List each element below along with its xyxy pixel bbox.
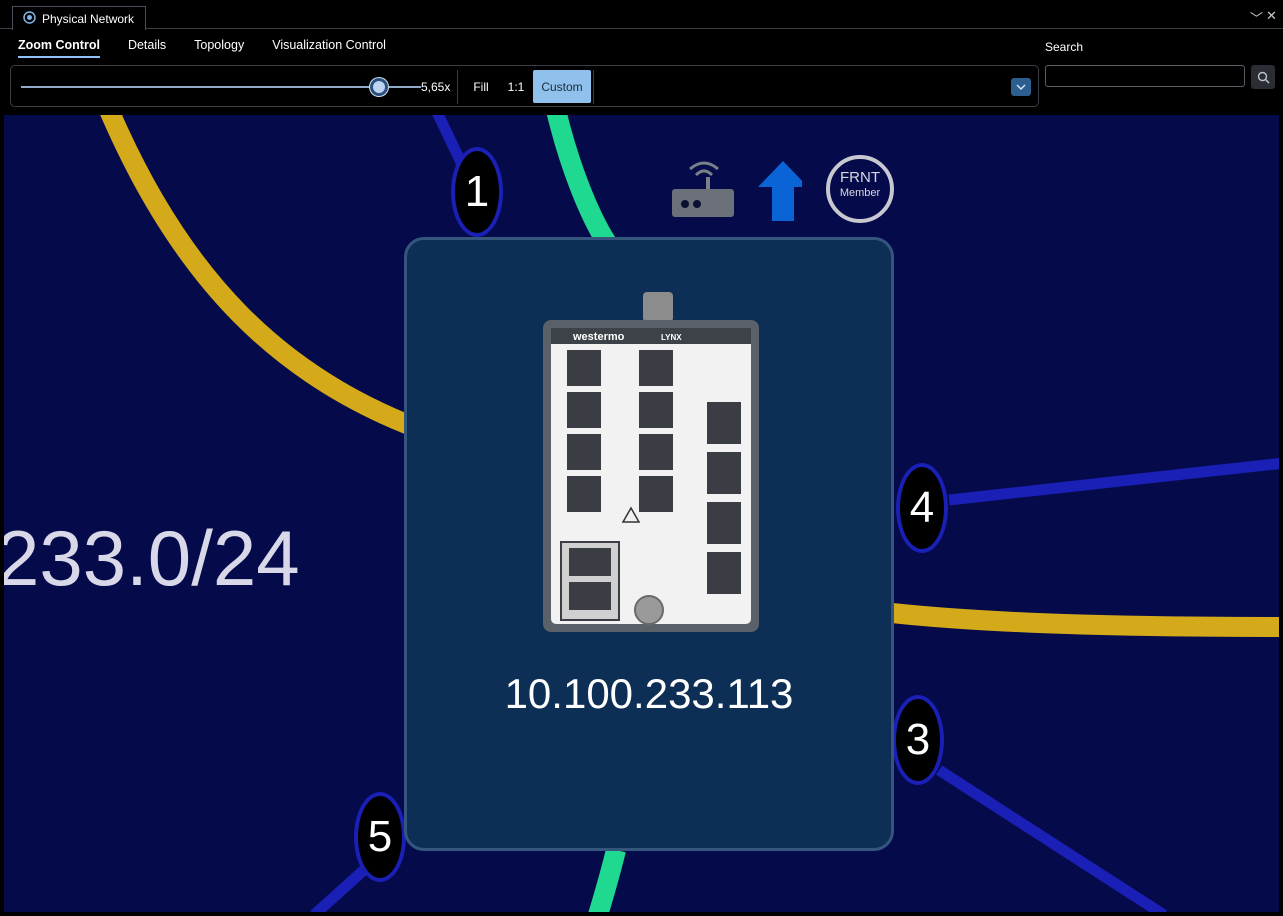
port-4-badge[interactable]: 4 [896,463,948,553]
zoom-slider-thumb[interactable] [370,78,388,96]
tab-visualization-control[interactable]: Visualization Control [272,38,386,58]
toolbar-divider [457,70,458,104]
port-1-badge[interactable]: 1 [451,147,503,237]
node-status-icons [672,155,808,230]
toolbar-divider [593,70,594,104]
switch-device-image: westermo LYNX [543,292,759,632]
router-icon [672,161,734,217]
zoom-value: 5,65x [421,80,451,94]
link-blue-port5 [310,865,368,912]
search-input[interactable] [1045,65,1245,87]
document-tab-strip: Physical Network ﹀ ✕ [0,0,1283,30]
link-yellow-right [890,603,1279,637]
port-5-badge[interactable]: 5 [354,792,406,882]
topology-canvas[interactable]: 233.0/24 1 4 3 5 FRNT Member westermo LY… [4,115,1279,912]
switch-node[interactable]: westermo LYNX 10.100.233.113 [404,237,894,851]
link-yellow-left [100,115,413,435]
tab-zoom-control[interactable]: Zoom Control [18,38,100,58]
custom-button[interactable]: Custom [533,70,591,103]
device-model: LYNX [661,333,682,342]
tab-details[interactable]: Details [128,38,166,58]
search-icon [1257,71,1270,84]
minimize-icon[interactable]: ﹀ [1250,8,1263,27]
search-button[interactable] [1251,65,1275,89]
control-tabs: Zoom Control Details Topology Visualizat… [18,38,386,58]
close-icon[interactable]: ✕ [1266,8,1277,24]
tab-topology[interactable]: Topology [194,38,244,58]
device-brand: westermo [572,331,625,343]
link-blue-port4 [948,458,1279,506]
tab-title: Physical Network [42,11,135,26]
physical-network-window: Physical Network ﹀ ✕ Zoom Control Detail… [0,0,1283,916]
link-blue-port3 [936,765,1167,912]
arrow-up-icon [758,161,808,221]
port-3-badge[interactable]: 3 [892,695,944,785]
physical-network-tab[interactable]: Physical Network [12,6,146,30]
fill-button[interactable]: Fill [463,70,499,103]
subnet-label: 233.0/24 [4,514,300,602]
search-label: Search [1045,40,1084,54]
one-to-one-button[interactable]: 1:1 [501,70,531,103]
frnt-member-badge[interactable]: FRNT Member [826,155,894,223]
chevron-down-icon[interactable] [1011,78,1031,96]
frnt-label: FRNT [840,169,880,186]
zoom-slider-track[interactable] [21,86,421,88]
zoom-toolbar: 5,65x Fill 1:1 Custom [10,65,1039,107]
control-panel: Zoom Control Details Topology Visualizat… [4,30,1279,114]
node-ip-label: 10.100.233.113 [504,670,794,717]
link-green-bottom [588,847,626,912]
link-green-top [546,115,616,249]
network-icon [23,10,36,27]
frnt-member-label: Member [839,187,881,199]
